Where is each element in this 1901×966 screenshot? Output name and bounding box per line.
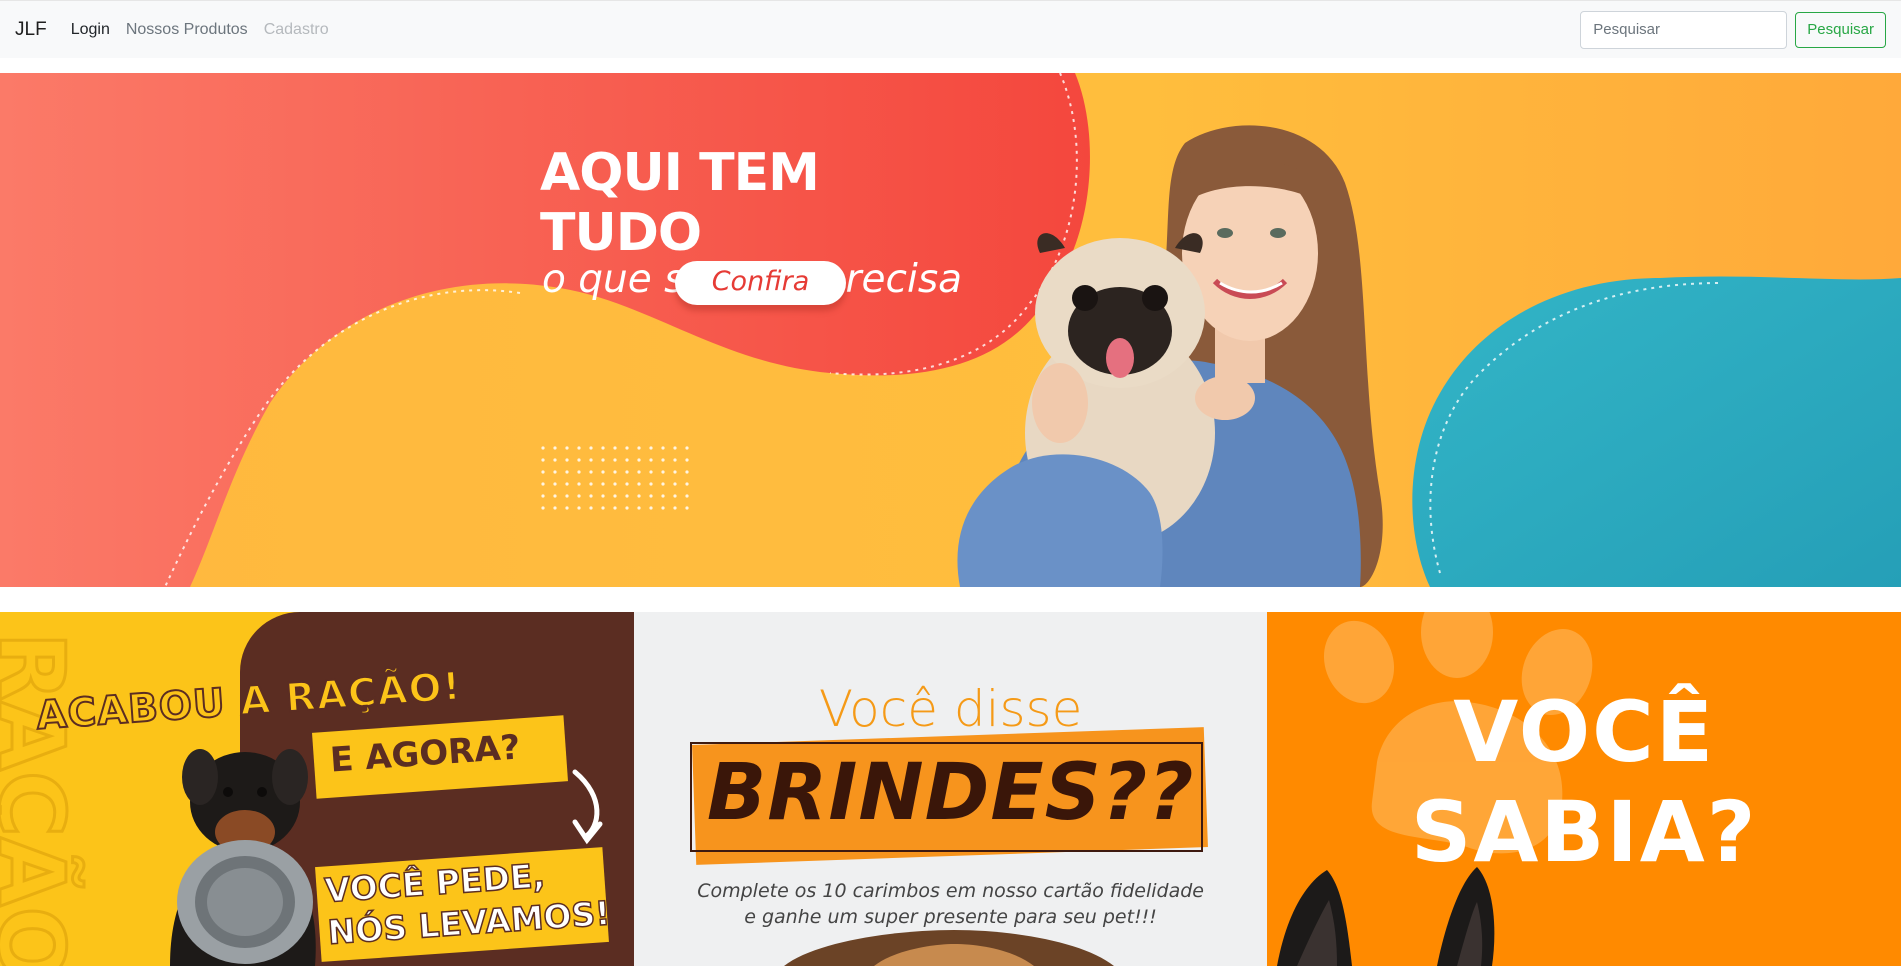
hero-headline: AQUI TEM TUDO bbox=[540, 143, 820, 263]
nav-link-login[interactable]: Login bbox=[71, 21, 110, 39]
svg-text:RAÇÃO: RAÇÃO bbox=[0, 632, 85, 966]
navbar: JLF Login Nossos Produtos Cadastro Pesqu… bbox=[0, 0, 1901, 58]
hero-cta-button[interactable]: Confira bbox=[675, 261, 846, 305]
promo-cards-row: RAÇÃO ACABOU A RAÇÃO! E AGORA? VOCÊ PEDE… bbox=[0, 612, 1901, 966]
card-voce-sabia-headline: VOCÊ SABIA? bbox=[1267, 682, 1901, 882]
hero-banner[interactable]: AQUI TEM TUDO o que seu Pet precisa Conf… bbox=[0, 73, 1901, 587]
rottweiler-with-bowl-illustration bbox=[170, 749, 316, 966]
dot-grid bbox=[541, 446, 689, 510]
nav-link-cadastro: Cadastro bbox=[263, 20, 329, 38]
nav-link-nossos-produtos[interactable]: Nossos Produtos bbox=[126, 21, 248, 39]
search-form: Pesquisar bbox=[1580, 10, 1886, 49]
search-input[interactable] bbox=[1580, 10, 1788, 49]
card-brindes-dog-illustration bbox=[783, 930, 1114, 966]
search-button[interactable]: Pesquisar bbox=[1795, 11, 1886, 48]
teal-blob bbox=[1412, 276, 1901, 587]
card-voce-sabia-line-1: VOCÊ bbox=[1453, 683, 1716, 781]
card-voce-sabia-line-2: SABIA? bbox=[1410, 783, 1758, 881]
promo-card-voce-sabia[interactable]: VOCÊ SABIA? bbox=[1267, 612, 1901, 966]
nav-links: Login Nossos Produtos Cadastro bbox=[71, 21, 345, 39]
brand-link[interactable]: JLF bbox=[15, 19, 47, 41]
promo-card-racao[interactable]: RAÇÃO ACABOU A RAÇÃO! E AGORA? VOCÊ PEDE… bbox=[0, 612, 634, 966]
promo-card-brindes[interactable]: Você disse BRINDES?? Complete os 10 cari… bbox=[633, 612, 1268, 966]
